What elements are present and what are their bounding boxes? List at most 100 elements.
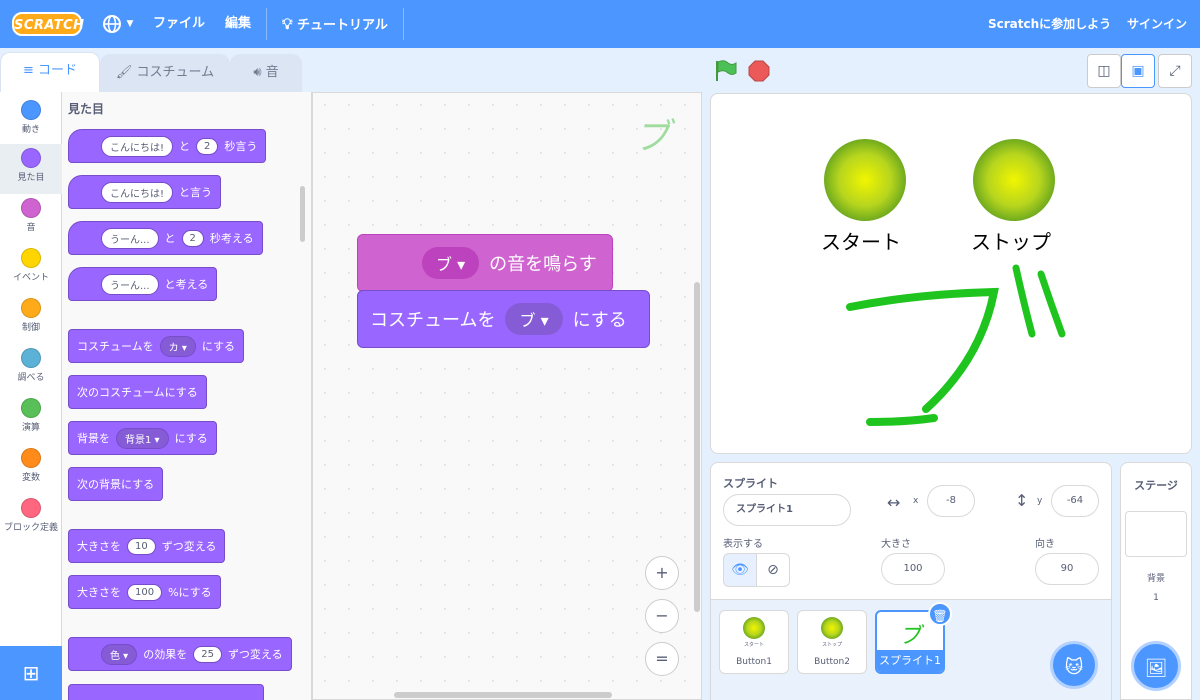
block-change-effect[interactable]: 色 ▾ の効果を 25 ずつ変える xyxy=(68,637,292,671)
block-input[interactable]: 2 xyxy=(181,229,204,247)
block-input[interactable]: こんにちは! xyxy=(101,135,174,157)
block-dropdown[interactable]: 色 ▾ xyxy=(101,643,138,665)
file-menu[interactable]: ファイル xyxy=(153,0,205,48)
zoom-in-button[interactable]: + xyxy=(645,556,679,590)
language-menu[interactable]: ▼ xyxy=(102,0,133,48)
block-say-for-secs[interactable]: こんにちは! と 2 秒言う xyxy=(68,129,267,163)
workspace-horizontal-scrollbar[interactable] xyxy=(394,692,612,698)
category-control[interactable]: 制御 xyxy=(0,294,62,344)
block-input[interactable]: 10 xyxy=(127,537,156,555)
choose-backdrop-button[interactable]: 🖼︎ xyxy=(1131,641,1181,691)
add-extension-button[interactable]: ⊞ xyxy=(0,646,62,700)
sprite-thumbnail xyxy=(821,617,843,639)
category-sound[interactable]: 音 xyxy=(0,194,62,244)
zoom-reset-icon: = xyxy=(655,649,669,668)
zoom-out-button[interactable]: − xyxy=(645,599,679,633)
y-input[interactable]: -64 xyxy=(1051,485,1099,517)
block-switch-costume[interactable]: コスチュームを カ ▾ にする xyxy=(68,329,244,363)
speaker-icon: 🔊︎ xyxy=(253,65,262,80)
block-text: にする xyxy=(201,340,235,353)
bu-drawing[interactable] xyxy=(846,264,1076,434)
block-text: 大きさを xyxy=(77,586,121,599)
normal-stage-icon: ▣ xyxy=(1131,63,1145,79)
edit-menu[interactable]: 編集 xyxy=(225,0,251,48)
category-dot xyxy=(21,148,41,168)
stage-thumbnail[interactable] xyxy=(1125,511,1187,557)
block-think[interactable]: うーん... と考える xyxy=(68,267,218,301)
fullscreen-button[interactable]: ⤢ xyxy=(1158,54,1192,88)
block-text: 次のコスチュームにする xyxy=(77,386,198,399)
block-next-costume[interactable]: 次のコスチュームにする xyxy=(68,375,207,409)
block-dropdown[interactable]: カ ▾ xyxy=(159,335,196,357)
category-operators[interactable]: 演算 xyxy=(0,394,62,444)
block-input[interactable]: 25 xyxy=(193,645,222,663)
category-label: 変数 xyxy=(21,473,40,483)
stop-icon[interactable] xyxy=(748,60,770,82)
category-menu: 動き 見た目 音 イベント 制御 調べる 演算 変数 ブロック定義 xyxy=(0,92,62,700)
block-think-for-secs[interactable]: うーん... と 2 秒考える xyxy=(68,221,263,255)
tab-costumes[interactable]: 🖌︎ コスチューム xyxy=(100,54,230,92)
block-input[interactable]: こんにちは! xyxy=(101,181,174,203)
size-input[interactable]: 100 xyxy=(881,553,945,585)
direction-input[interactable]: 90 xyxy=(1035,553,1099,585)
category-variables[interactable]: 変数 xyxy=(0,444,62,494)
tab-code[interactable]: ≡ コード xyxy=(0,52,100,94)
block-input[interactable]: うーん... xyxy=(101,273,159,295)
block-dropdown[interactable]: 背景1 ▾ xyxy=(116,427,169,449)
scratch-logo[interactable]: SCRATCH xyxy=(12,12,84,36)
backdrops-label: 背景 xyxy=(1146,574,1165,584)
green-flag-icon[interactable] xyxy=(714,60,738,82)
category-looks[interactable]: 見た目 xyxy=(0,144,62,194)
stage-canvas[interactable]: スタート ストップ xyxy=(710,93,1192,454)
join-scratch-link[interactable]: Scratchに参加しよう xyxy=(988,0,1111,48)
workspace-vertical-scrollbar[interactable] xyxy=(694,282,700,612)
small-stage-button[interactable]: ◫ xyxy=(1087,54,1121,88)
sprite-list: スタート Button1 ストップ Button2 ブ スプライト1 xyxy=(711,599,1111,700)
block-text: ずつ変える xyxy=(227,648,283,661)
sign-in-link[interactable]: サインイン xyxy=(1127,0,1187,48)
image-icon: 🖼︎ xyxy=(1144,658,1168,679)
block-switch-costume-script[interactable]: コスチュームを ブ ▾ にする xyxy=(357,290,650,348)
block-input[interactable]: 100 xyxy=(127,583,163,601)
x-input[interactable]: -8 xyxy=(927,485,975,517)
category-dot xyxy=(21,198,41,218)
delete-sprite-button[interactable]: 🗑︎ xyxy=(928,602,952,626)
block-next-backdrop[interactable]: 次の背景にする xyxy=(68,467,164,501)
palette-scrollbar[interactable] xyxy=(300,186,305,242)
block-text: 背景を xyxy=(77,432,110,445)
hide-sprite-button[interactable]: ⊘ xyxy=(756,553,790,587)
category-dot xyxy=(21,248,41,268)
category-my-blocks[interactable]: ブロック定義 xyxy=(0,494,62,544)
stage-pane-title: ステージ xyxy=(1134,479,1178,492)
block-input[interactable]: 2 xyxy=(196,137,219,155)
script-workspace[interactable] xyxy=(312,92,702,700)
costume-dropdown[interactable]: ブ ▾ xyxy=(505,303,563,335)
sprite-thumb-button2[interactable]: ストップ Button2 xyxy=(797,610,867,674)
normal-stage-button[interactable]: ▣ xyxy=(1121,54,1155,88)
category-events[interactable]: イベント xyxy=(0,244,62,294)
sound-dropdown[interactable]: ブ ▾ xyxy=(422,247,480,279)
cat-icon: 🐱︎ xyxy=(1064,657,1084,678)
block-say[interactable]: こんにちは! と言う xyxy=(68,175,222,209)
block-text: にする xyxy=(572,310,627,331)
block-set-effect[interactable] xyxy=(68,684,264,700)
category-dot xyxy=(21,498,41,518)
backdrops-count: 1 xyxy=(1153,593,1159,603)
sprite-thumb-button1[interactable]: スタート Button1 xyxy=(719,610,789,674)
category-sensing[interactable]: 調べる xyxy=(0,344,62,394)
tutorials-menu[interactable]: 💡︎ チュートリアル xyxy=(282,0,388,48)
tab-sounds[interactable]: 🔊︎ 音 xyxy=(230,54,302,92)
start-button-sprite[interactable] xyxy=(824,139,906,221)
choose-sprite-button[interactable]: 🐱︎ xyxy=(1050,641,1098,689)
block-change-size[interactable]: 大きさを 10 ずつ変える xyxy=(68,529,226,563)
block-switch-backdrop[interactable]: 背景を 背景1 ▾ にする xyxy=(68,421,217,455)
stop-button-sprite[interactable] xyxy=(973,139,1055,221)
sprite-name-input[interactable]: スプライト1 xyxy=(723,494,851,526)
zoom-reset-button[interactable]: = xyxy=(645,642,679,676)
category-label: 演算 xyxy=(21,423,40,433)
show-sprite-button[interactable]: 👁︎ xyxy=(723,553,757,587)
block-play-sound[interactable]: ブ ▾ の音を鳴らす xyxy=(357,234,613,292)
block-set-size[interactable]: 大きさを 100 %にする xyxy=(68,575,221,609)
category-motion[interactable]: 動き xyxy=(0,96,62,146)
block-input[interactable]: うーん... xyxy=(101,227,159,249)
